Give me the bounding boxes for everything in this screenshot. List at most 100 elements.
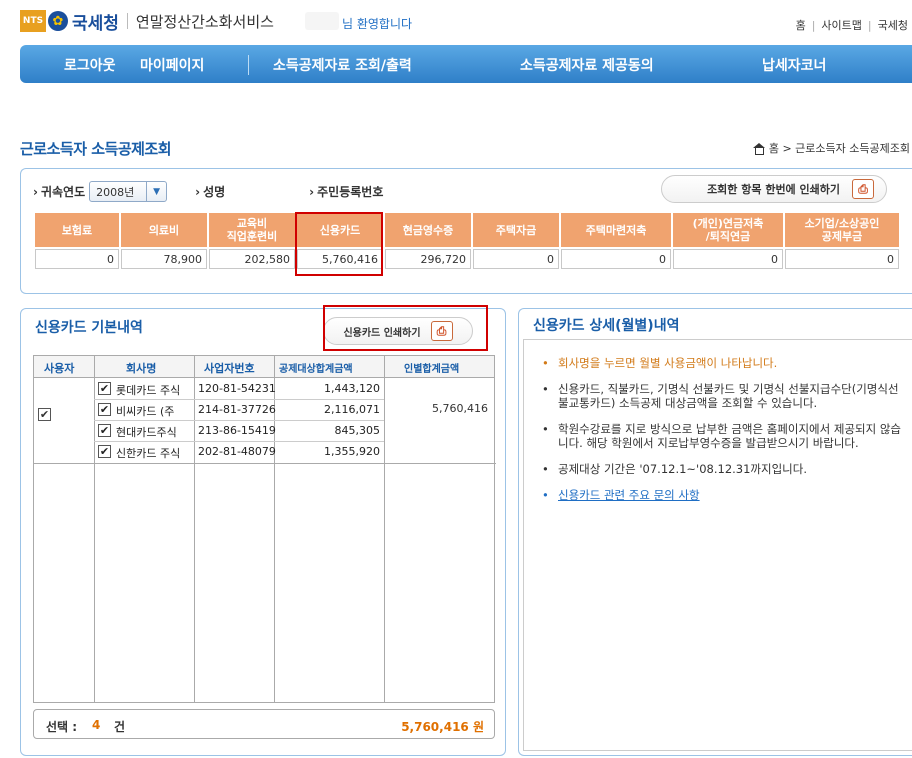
year-select[interactable]: 2008년 ▼: [89, 181, 168, 202]
summary-header: 교육비 직업훈련비: [209, 213, 295, 247]
summary-header: 주택자금: [473, 213, 559, 247]
card-basic-title: 신용카드 기본내역: [35, 320, 143, 336]
user-name-masked: [305, 12, 339, 30]
nav-deduction-inquiry[interactable]: 소득공제자료 조회/출력: [273, 55, 412, 75]
name-label: 성명: [195, 183, 225, 200]
nav-taxpayer-corner[interactable]: 납세자코너: [762, 55, 826, 75]
brand-divider: [126, 13, 128, 29]
row-bizno: 202-81-48079: [198, 445, 276, 458]
info-note: 학원수강료를 지로 방식으로 납부한 금액은 홈페이지에서 제공되지 않습니다.…: [540, 422, 906, 450]
row-company[interactable]: 신한카드 주식: [116, 445, 192, 461]
brand-name: 국세청: [72, 13, 119, 34]
col-deductible-total: 공제대상합계금액: [279, 364, 353, 375]
top-link-separator: |: [811, 18, 816, 32]
nts-logo[interactable]: NTS ✿ 국세청 연말정산간소화서비스: [20, 10, 274, 34]
user-checkbox[interactable]: ✔: [38, 408, 51, 421]
card-table: 사용자 회사명 사업자번호 공제대상합계금액 인별합계금액 ✔ ✔ 롯데카드 주…: [33, 355, 496, 703]
summary-header: (개인)연금저축 /퇴직연금: [673, 213, 783, 247]
print-all-button[interactable]: 조회한 항목 한번에 인쇄하기 ⎙: [661, 175, 887, 203]
summary-value-pension: 0: [673, 249, 783, 269]
row-checkbox[interactable]: ✔: [98, 382, 111, 395]
row-company[interactable]: 롯데카드 주식: [116, 382, 192, 398]
summary-header: 소기업/소상공인 공제부금: [785, 213, 899, 247]
creditcard-highlight-box: [295, 212, 383, 276]
info-list: 회사명을 누르면 월별 사용금액이 나타납니다. 신용카드, 직불카드, 기명식…: [540, 356, 906, 514]
selection-count: 4: [92, 718, 101, 732]
row-bizno: 213-86-15419: [198, 424, 276, 437]
nts-badge: NTS: [20, 10, 46, 32]
row-amount: 1,355,920: [324, 445, 380, 458]
row-checkbox[interactable]: ✔: [98, 445, 111, 458]
home-icon[interactable]: [752, 142, 765, 155]
info-note: 회사명을 누르면 월별 사용금액이 나타납니다.: [540, 356, 906, 370]
summary-panel: 귀속연도 2008년 ▼ 성명 주민등록번호 조회한 항목 한번에 인쇄하기 ⎙…: [20, 168, 912, 294]
selection-label: 선택 :: [46, 720, 78, 734]
row-bizno: 120-81-54231: [198, 382, 276, 395]
row-company[interactable]: 비씨카드 (주: [116, 403, 192, 419]
nav-deduction-consent[interactable]: 소득공제자료 제공동의: [520, 55, 654, 75]
nav-mypage[interactable]: 마이페이지: [140, 55, 204, 75]
card-basic-panel: 신용카드 기본내역 신용카드 인쇄하기 ⎙ 사용자 회사명 사업자번호 공제대상…: [20, 308, 506, 756]
page-title: 근로소득자 소득공제조회: [20, 140, 172, 158]
print-all-label: 조회한 항목 한번에 인쇄하기: [707, 183, 840, 196]
filter-bar: 귀속연도 2008년 ▼ 성명 주민등록번호: [33, 181, 383, 202]
person-total: 5,760,416: [432, 402, 488, 415]
col-divider: [384, 356, 385, 702]
table-row[interactable]: ✔ 비씨카드 (주 214-81-37726 2,116,071: [94, 399, 384, 420]
col-user: 사용자: [44, 362, 75, 375]
col-company: 회사명: [126, 362, 157, 375]
summary-value-housing-fund: 0: [473, 249, 559, 269]
nav-logout[interactable]: 로그아웃: [64, 55, 116, 75]
row-checkbox[interactable]: ✔: [98, 424, 111, 437]
rrn-label: 주민등록번호: [309, 183, 383, 200]
summary-value-row: 0 78,900 202,580 5,760,416 296,720 0 0 0…: [35, 249, 899, 269]
info-note: 신용카드, 직불카드, 기명식 선불카드 및 기명식 선불지급수단(기명식선불교…: [540, 382, 906, 410]
card-detail-title: 신용카드 상세(월별)내역: [533, 318, 680, 334]
year-label: 귀속연도: [33, 183, 85, 200]
year-select-value: 2008년: [96, 185, 135, 199]
top-link-nts[interactable]: 국세청: [878, 17, 908, 33]
flower-emblem-icon: ✿: [48, 11, 68, 31]
row-amount: 1,443,120: [324, 382, 380, 395]
summary-value-cash-receipt: 296,720: [385, 249, 471, 269]
col-bizno: 사업자번호: [204, 362, 255, 375]
breadcrumb: 홈 > 근로소득자 소득공제조회: [752, 140, 910, 156]
col-person-total: 인별합계금액: [404, 364, 460, 375]
selection-summary: 선택 : 4 건 5,760,416 원: [33, 709, 495, 739]
group-divider: [34, 463, 496, 464]
card-table-header: 사용자 회사명 사업자번호 공제대상합계금액 인별합계금액: [34, 356, 494, 378]
card-print-highlight-box: [323, 305, 488, 351]
card-detail-panel: 신용카드 상세(월별)내역 회사명을 누르면 월별 사용금액이 나타납니다. 신…: [518, 308, 912, 756]
summary-value-small-business: 0: [785, 249, 899, 269]
summary-header-row: 보험료 의료비 교육비 직업훈련비 신용카드 현금영수증 주택자금 주택마련저축…: [35, 213, 899, 247]
top-link-sitemap[interactable]: 사이트맵: [821, 17, 861, 33]
chevron-down-icon[interactable]: ▼: [146, 182, 166, 201]
table-row[interactable]: ✔ 현대카드주식 213-86-15419 845,305: [94, 420, 384, 441]
row-amount: 845,305: [334, 424, 381, 437]
summary-header: 현금영수증: [385, 213, 471, 247]
top-link-home[interactable]: 홈: [796, 17, 806, 33]
summary-value-insurance: 0: [35, 249, 119, 269]
faq-link[interactable]: 신용카드 관련 주요 문의 사항: [540, 488, 906, 502]
summary-value-housing-savings: 0: [561, 249, 671, 269]
table-row[interactable]: ✔ 신한카드 주식 202-81-48079 1,355,920: [94, 441, 384, 462]
main-nav: 로그아웃 마이페이지 소득공제자료 조회/출력 소득공제자료 제공동의 납세자코…: [20, 45, 912, 83]
table-row[interactable]: ✔ 롯데카드 주식 120-81-54231 1,443,120: [94, 378, 384, 399]
row-checkbox[interactable]: ✔: [98, 403, 111, 416]
summary-value-medical: 78,900: [121, 249, 207, 269]
summary-header: 주택마련저축: [561, 213, 671, 247]
breadcrumb-text: 홈 > 근로소득자 소득공제조회: [768, 142, 910, 155]
summary-header: 의료비: [121, 213, 207, 247]
row-bizno: 214-81-37726: [198, 403, 276, 416]
detail-info-box: 회사명을 누르면 월별 사용금액이 나타납니다. 신용카드, 직불카드, 기명식…: [523, 339, 912, 751]
nav-divider: [248, 55, 249, 75]
top-link-separator: |: [867, 18, 872, 32]
summary-table: 보험료 의료비 교육비 직업훈련비 신용카드 현금영수증 주택자금 주택마련저축…: [33, 211, 901, 271]
top-header: NTS ✿ 국세청 연말정산간소화서비스 님 환영합니다 홈 | 사이트맵 | …: [0, 0, 912, 44]
summary-header: 보험료: [35, 213, 119, 247]
top-links: 홈 | 사이트맵 | 국세청: [796, 17, 908, 33]
selection-unit: 건: [114, 720, 126, 734]
printer-icon: ⎙: [852, 179, 874, 199]
row-company[interactable]: 현대카드주식: [116, 424, 192, 440]
service-name: 연말정산간소화서비스: [135, 12, 274, 31]
